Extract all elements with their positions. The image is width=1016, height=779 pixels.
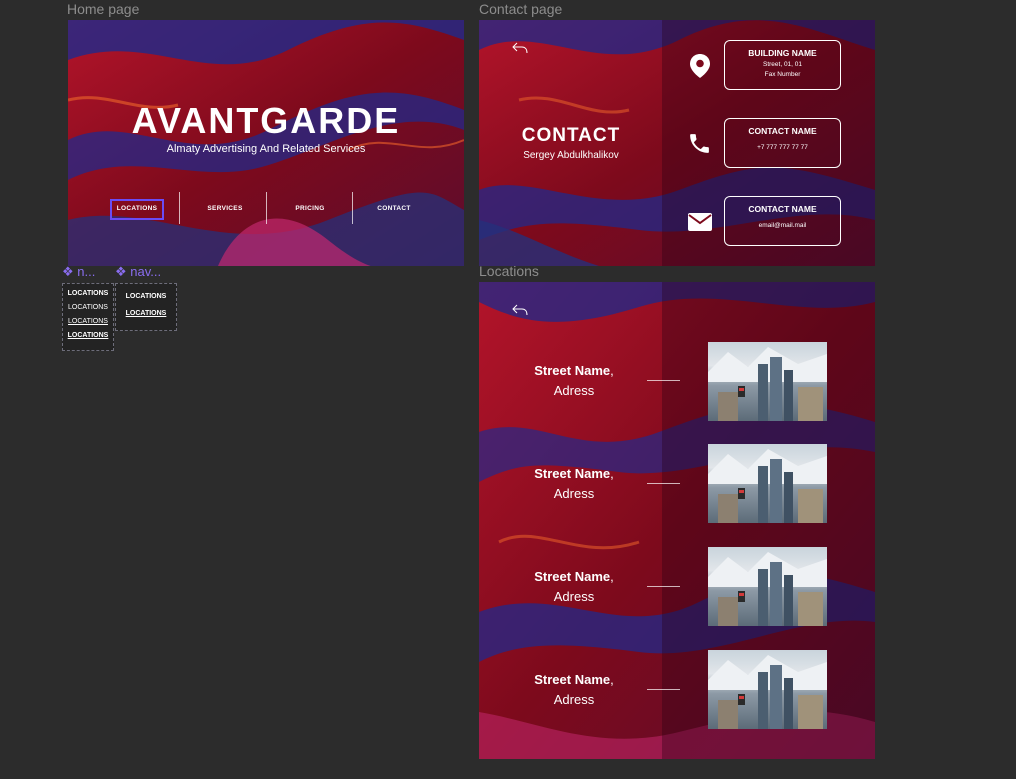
card-line: Fax Number (764, 71, 801, 78)
component-icon: ❖ (62, 264, 78, 279)
nav-item-variants[interactable]: LOCATIONS LOCATIONS LOCATIONS LOCATIONS (62, 283, 114, 351)
component-label[interactable]: ❖ nav... (115, 264, 161, 280)
variant-bold-underlined[interactable]: LOCATIONS (63, 332, 113, 339)
home-frame-label[interactable]: Home page (67, 1, 139, 17)
location-address: Adress (553, 589, 595, 604)
nav-pricing[interactable]: PRICING (285, 205, 335, 212)
city-photo (708, 444, 827, 523)
nav-services[interactable]: SERVICES (200, 205, 250, 212)
connector-line (647, 689, 680, 690)
nav-divider (266, 192, 267, 224)
connector-line (647, 380, 680, 381)
nav-divider (179, 192, 180, 224)
component-icon: ❖ (115, 264, 131, 279)
card-line: email@mail.mail (758, 222, 807, 229)
contact-name: Sergey Abdulkhalikov (523, 150, 619, 161)
nav-divider (352, 192, 353, 224)
contact-card-building[interactable]: BUILDING NAME Street, 01, 01 Fax Number (724, 40, 841, 90)
variant-underlined[interactable]: LOCATIONS (63, 318, 113, 325)
nav-variants[interactable]: LOCATIONS LOCATIONS (115, 283, 177, 331)
location-name: Street Name, (534, 569, 614, 584)
city-photo (708, 342, 827, 421)
location-address: Adress (553, 692, 595, 707)
card-title: CONTACT NAME (748, 126, 817, 136)
nav-locations[interactable]: LOCATIONS (112, 205, 162, 212)
back-arrow-icon[interactable] (512, 42, 528, 54)
nav-contact[interactable]: CONTACT (369, 205, 419, 212)
component-label[interactable]: ❖ n... (62, 264, 95, 280)
home-subtitle: Almaty Advertising And Related Services (166, 143, 366, 155)
contact-card-email[interactable]: CONTACT NAME email@mail.mail (724, 196, 841, 246)
contact-frame[interactable]: CONTACT Sergey Abdulkhalikov BUILDING NA… (479, 20, 875, 266)
contact-title: CONTACT (521, 125, 621, 146)
contact-card-phone[interactable]: CONTACT NAME +7 777 777 77 77 (724, 118, 841, 168)
city-photo (708, 547, 827, 626)
variant-light[interactable]: LOCATIONS (63, 304, 113, 311)
card-line: Street, 01, 01 (762, 61, 803, 68)
location-name: Street Name, (534, 672, 614, 687)
card-title: CONTACT NAME (748, 204, 817, 214)
phone-icon (690, 134, 709, 153)
connector-line (647, 483, 680, 484)
variant-default[interactable]: LOCATIONS (63, 290, 113, 297)
home-title: AVANTGARDE (131, 100, 401, 141)
location-name: Street Name, (534, 466, 614, 481)
variant-underlined[interactable]: LOCATIONS (116, 310, 176, 317)
contact-frame-label[interactable]: Contact page (479, 1, 562, 17)
card-line: +7 777 777 77 77 (757, 144, 808, 151)
back-arrow-icon[interactable] (512, 304, 528, 316)
variant-default[interactable]: LOCATIONS (116, 293, 176, 300)
location-name: Street Name, (534, 363, 614, 378)
city-photo (708, 650, 827, 729)
location-address: Adress (553, 486, 595, 501)
location-pin-icon (690, 54, 710, 78)
home-frame[interactable]: AVANTGARDE Almaty Advertising And Relate… (68, 20, 464, 266)
connector-line (647, 586, 680, 587)
locations-frame[interactable]: Street Name, Adress Street Name, Adress … (479, 282, 875, 759)
card-title: BUILDING NAME (748, 48, 817, 58)
mail-icon (688, 213, 712, 231)
location-address: Adress (553, 383, 595, 398)
